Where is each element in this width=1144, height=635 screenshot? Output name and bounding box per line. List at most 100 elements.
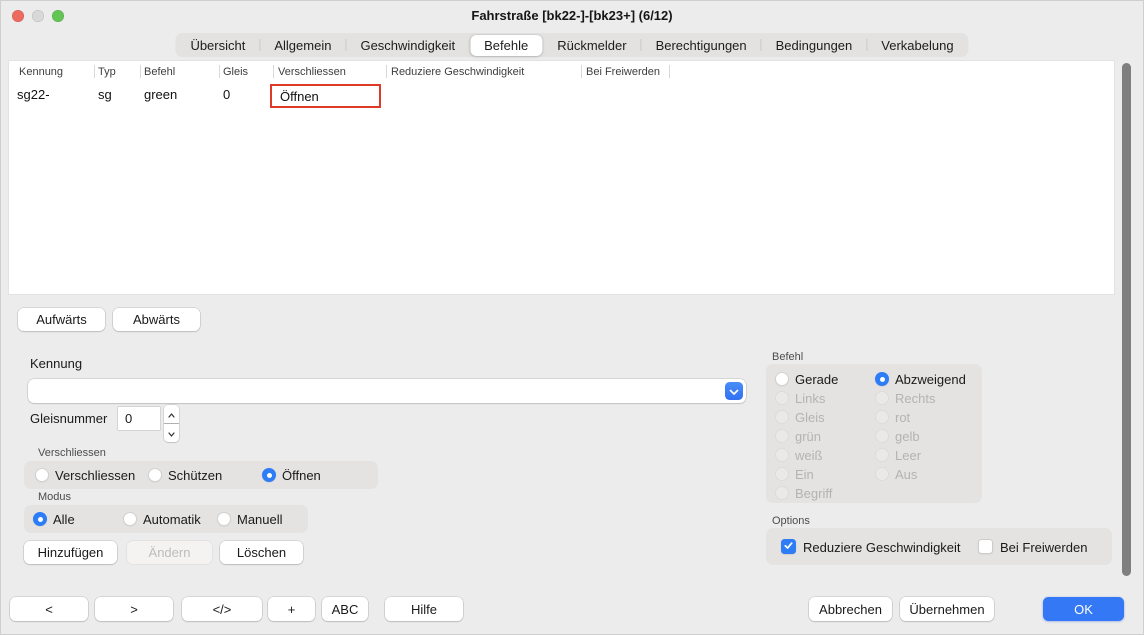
chevron-down-icon <box>168 424 175 442</box>
radio-gerade-label[interactable]: Gerade <box>795 372 838 387</box>
checkbox-bei-freiwerden-label[interactable]: Bei Freiwerden <box>1000 540 1087 555</box>
radio-alle-label[interactable]: Alle <box>53 512 75 527</box>
radio-verschliessen-label[interactable]: Verschliessen <box>55 468 135 483</box>
nav-prev-button[interactable]: < <box>10 597 88 621</box>
radio-abzweigend[interactable] <box>875 372 889 386</box>
tab-verkabelung[interactable]: Verkabelung <box>867 35 967 56</box>
radio-ein-label: Ein <box>795 467 814 482</box>
cell-verschliessen-highlighted: Öffnen <box>270 84 381 108</box>
radio-weiss-label: weiß <box>795 448 822 463</box>
radio-ein <box>775 467 789 481</box>
column-divider <box>140 65 141 78</box>
stepper-down-button[interactable] <box>164 424 179 442</box>
checkmark-icon <box>783 538 794 556</box>
tab-allgemein[interactable]: Allgemein <box>260 35 345 56</box>
checkbox-bei-freiwerden[interactable] <box>978 539 993 554</box>
cell-befehl: green <box>144 87 177 102</box>
cell-kennung: sg22- <box>17 87 50 102</box>
befehl-group: Gerade Abzweigend Links Rechts Gleis rot… <box>766 364 982 503</box>
radio-schuetzen-label[interactable]: Schützen <box>168 468 222 483</box>
radio-rot <box>875 410 889 424</box>
help-button[interactable]: Hilfe <box>385 597 463 621</box>
gleisnummer-label: Gleisnummer <box>30 411 107 426</box>
stepper-up-button[interactable] <box>164 405 179 423</box>
radio-oeffnen[interactable] <box>262 468 276 482</box>
radio-begriff-label: Begriff <box>795 486 832 501</box>
nav-code-button[interactable]: </> <box>182 597 262 621</box>
column-header-kennung[interactable]: Kennung <box>19 66 63 78</box>
modus-group: Alle Automatik Manuell <box>24 505 308 533</box>
apply-button[interactable]: Übernehmen <box>900 597 994 621</box>
kennung-combobox[interactable] <box>28 379 746 403</box>
radio-manuell[interactable] <box>217 512 231 526</box>
radio-gruen-label: grün <box>795 429 821 444</box>
cell-gleis: 0 <box>223 87 230 102</box>
radio-abzweigend-label[interactable]: Abzweigend <box>895 372 966 387</box>
radio-gruen <box>775 429 789 443</box>
kennung-label: Kennung <box>30 356 82 371</box>
options-group: Reduziere Geschwindigkeit Bei Freiwerden <box>766 528 1112 565</box>
window-title: Fahrstraße [bk22-]-[bk23+] (6/12) <box>0 8 1144 23</box>
cancel-button[interactable]: Abbrechen <box>809 597 892 621</box>
tab-berechtigungen[interactable]: Berechtigungen <box>642 35 761 56</box>
options-group-label: Options <box>772 515 810 527</box>
cell-verschliessen-value: Öffnen <box>280 89 319 104</box>
column-header-verschliessen[interactable]: Verschliessen <box>278 66 346 78</box>
radio-gleis <box>775 410 789 424</box>
verschliessen-group: Verschliessen Schützen Öffnen <box>24 461 378 489</box>
column-divider <box>386 65 387 78</box>
radio-oeffnen-label[interactable]: Öffnen <box>282 468 321 483</box>
column-header-reduziere-geschwindigkeit[interactable]: Reduziere Geschwindigkeit <box>391 66 524 78</box>
tab-bedingungen[interactable]: Bedingungen <box>762 35 867 56</box>
radio-weiss <box>775 448 789 462</box>
tab-bar: Übersicht Allgemein Geschwindigkeit Befe… <box>175 33 968 57</box>
radio-manuell-label[interactable]: Manuell <box>237 512 283 527</box>
column-header-befehl[interactable]: Befehl <box>144 66 175 78</box>
nav-abc-button[interactable]: ABC <box>322 597 368 621</box>
modus-group-label: Modus <box>38 491 71 503</box>
tab-befehle[interactable]: Befehle <box>470 35 542 56</box>
column-header-gleis[interactable]: Gleis <box>223 66 248 78</box>
column-header-typ[interactable]: Typ <box>98 66 116 78</box>
radio-aus-label: Aus <box>895 467 917 482</box>
vertical-scrollbar[interactable] <box>1122 63 1131 576</box>
delete-button[interactable]: Löschen <box>220 541 303 564</box>
tab-rueckmelder[interactable]: Rückmelder <box>543 35 640 56</box>
tab-geschwindigkeit[interactable]: Geschwindigkeit <box>346 35 469 56</box>
nav-add-button[interactable]: + <box>268 597 315 621</box>
radio-alle[interactable] <box>33 512 47 526</box>
gleisnummer-stepper[interactable] <box>164 405 179 432</box>
radio-rechts <box>875 391 889 405</box>
ok-button[interactable]: OK <box>1043 597 1124 621</box>
checkbox-reduziere-geschwindigkeit-label[interactable]: Reduziere Geschwindigkeit <box>803 540 961 555</box>
tab-uebersicht[interactable]: Übersicht <box>176 35 259 56</box>
column-divider <box>669 65 670 78</box>
verschliessen-group-label: Verschliessen <box>38 447 106 459</box>
checkbox-reduziere-geschwindigkeit[interactable] <box>781 539 796 554</box>
radio-begriff <box>775 486 789 500</box>
radio-automatik[interactable] <box>123 512 137 526</box>
chevron-down-icon <box>729 384 739 399</box>
radio-links <box>775 391 789 405</box>
radio-schuetzen[interactable] <box>148 468 162 482</box>
radio-gelb-label: gelb <box>895 429 920 444</box>
radio-leer <box>875 448 889 462</box>
combobox-dropdown-button[interactable] <box>725 382 743 400</box>
cell-typ: sg <box>98 87 112 102</box>
radio-automatik-label[interactable]: Automatik <box>143 512 201 527</box>
dialog-window: Fahrstraße [bk22-]-[bk23+] (6/12) Übersi… <box>0 0 1144 635</box>
move-up-button[interactable]: Aufwärts <box>18 308 105 331</box>
gleisnummer-input[interactable]: 0 <box>118 407 160 430</box>
befehl-group-label: Befehl <box>772 351 803 363</box>
column-divider <box>273 65 274 78</box>
nav-next-button[interactable]: > <box>95 597 173 621</box>
radio-rot-label: rot <box>895 410 910 425</box>
radio-gerade[interactable] <box>775 372 789 386</box>
add-button[interactable]: Hinzufügen <box>24 541 117 564</box>
radio-links-label: Links <box>795 391 825 406</box>
column-header-bei-freiwerden[interactable]: Bei Freiwerden <box>586 66 660 78</box>
move-down-button[interactable]: Abwärts <box>113 308 200 331</box>
radio-verschliessen[interactable] <box>35 468 49 482</box>
commands-table[interactable]: Kennung Typ Befehl Gleis Verschliessen R… <box>8 60 1115 295</box>
radio-aus <box>875 467 889 481</box>
